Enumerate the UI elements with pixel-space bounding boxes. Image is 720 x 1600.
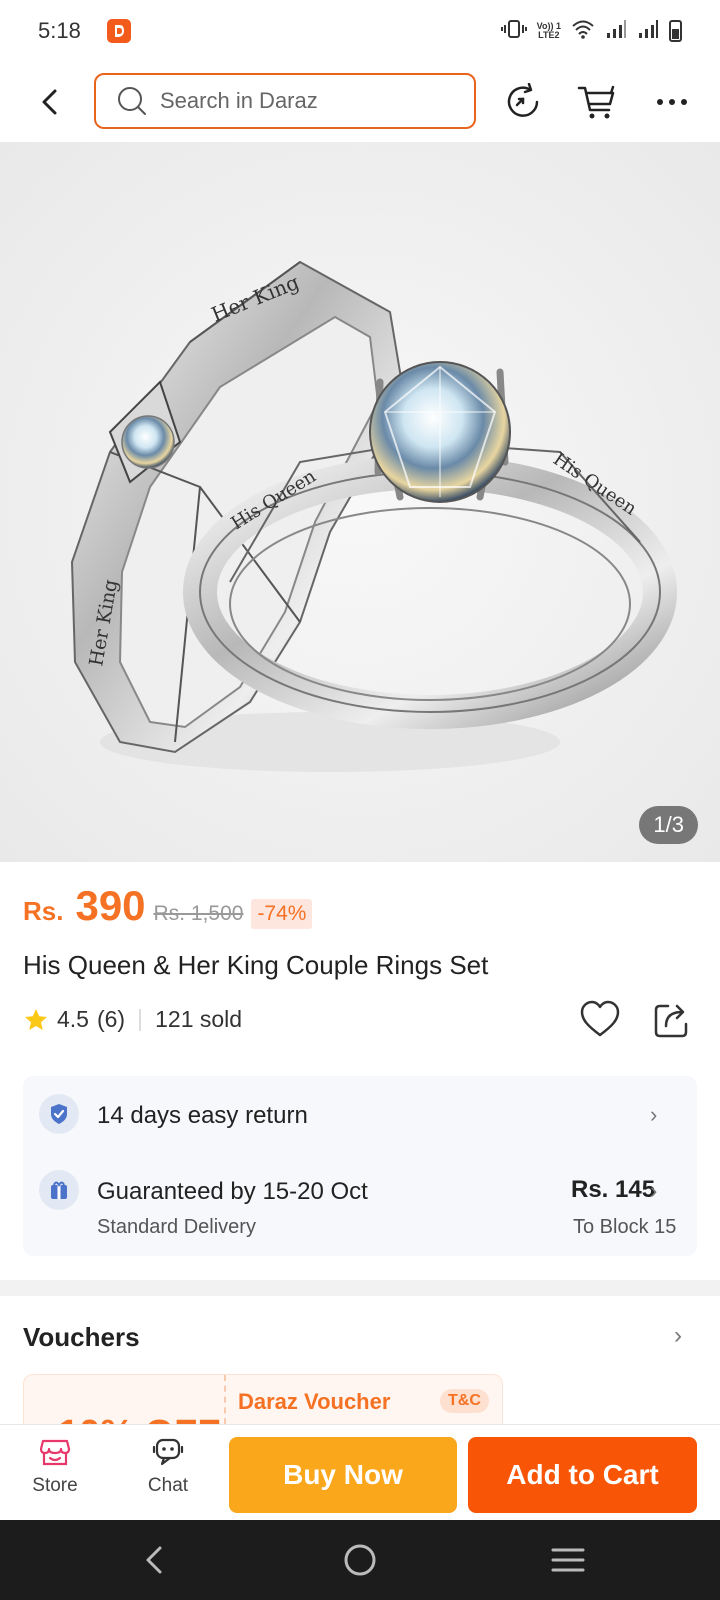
back-button[interactable] xyxy=(20,72,80,132)
voucher-name: Daraz Voucher xyxy=(238,1389,391,1414)
sold-count: 121 sold xyxy=(155,1006,243,1032)
delivery-fee: Rs. 145 xyxy=(571,1176,656,1203)
image-counter: 1/3 xyxy=(639,806,698,844)
buy-now-button[interactable]: Buy Now xyxy=(229,1437,457,1513)
tc-badge[interactable]: T&C xyxy=(440,1389,489,1413)
divider xyxy=(139,1008,142,1031)
back-icon xyxy=(42,89,57,115)
chat-icon xyxy=(151,1435,185,1469)
signal-icon xyxy=(605,19,627,44)
add-to-cart-button[interactable]: Add to Cart xyxy=(468,1437,697,1513)
rating-count: (6) xyxy=(96,1006,126,1032)
star-icon xyxy=(25,1008,47,1030)
search-icon xyxy=(118,87,146,115)
wishlist-button[interactable] xyxy=(578,998,622,1042)
battery-icon xyxy=(669,20,682,42)
heart-icon xyxy=(580,1000,620,1037)
nav-home-icon[interactable] xyxy=(336,1536,384,1584)
system-nav-bar xyxy=(0,1520,720,1600)
vibrate-icon xyxy=(500,19,527,44)
discount-badge: -74% xyxy=(251,899,313,929)
store-icon xyxy=(38,1435,72,1469)
search-placeholder: Search in Daraz xyxy=(160,88,318,113)
bottom-action-bar: Store Chat Buy Now Add to Cart xyxy=(0,1424,720,1520)
header: Search in Daraz xyxy=(0,62,720,142)
price-currency: Rs. xyxy=(23,896,64,926)
product-photo: Her King Her King His Queen His Queen xyxy=(0,142,720,862)
history-icon xyxy=(507,83,539,117)
search-input[interactable]: Search in Daraz xyxy=(94,73,476,129)
box-icon xyxy=(39,1170,79,1210)
chevron-right-icon[interactable]: › xyxy=(650,1178,657,1204)
daraz-app-icon xyxy=(106,19,131,43)
original-price: Rs. 1,500 xyxy=(153,902,244,925)
product-title: His Queen & Her King Couple Rings Set xyxy=(23,950,489,980)
product-image-gallery[interactable]: Her King Her King His Queen His Queen 1/… xyxy=(0,142,720,862)
chat-label: Chat xyxy=(147,1475,189,1496)
return-policy-text[interactable]: 14 days easy return xyxy=(97,1102,308,1130)
nav-menu-icon[interactable] xyxy=(544,1536,592,1584)
lte-indicator: Vo)) 1 LTE2 xyxy=(536,21,561,40)
nav-back-icon[interactable] xyxy=(130,1536,178,1584)
chat-button[interactable]: Chat xyxy=(128,1435,208,1497)
signal-icon xyxy=(637,19,659,44)
rating-value: 4.5 xyxy=(57,1006,89,1032)
chevron-right-icon[interactable]: › xyxy=(650,1102,657,1128)
status-time: 5:18 xyxy=(38,18,81,43)
more-button[interactable] xyxy=(646,76,698,128)
share-icon xyxy=(654,1004,688,1038)
shield-check-icon xyxy=(39,1094,79,1134)
section-divider xyxy=(0,1280,720,1296)
price-row: Rs. 390 Rs. 1,500 -74% xyxy=(23,882,313,930)
price-value: 390 xyxy=(75,882,146,929)
share-button[interactable] xyxy=(650,998,694,1042)
chevron-right-icon[interactable]: › xyxy=(674,1322,682,1350)
delivery-destination: To Block 15 xyxy=(573,1216,677,1238)
history-button[interactable] xyxy=(497,76,549,128)
store-label: Store xyxy=(32,1475,78,1496)
vouchers-title[interactable]: Vouchers xyxy=(23,1322,140,1353)
status-icons: Vo)) 1 LTE2 xyxy=(500,19,682,44)
status-bar: 5:18 Vo)) 1 LTE2 xyxy=(0,0,720,62)
wifi-icon xyxy=(571,19,595,44)
cart-button[interactable] xyxy=(571,76,623,128)
cart-icon xyxy=(577,85,615,119)
guarantee-text[interactable]: Guaranteed by 15-20 Oct xyxy=(97,1178,368,1206)
rating-row[interactable]: 4.5 (6) 121 sold xyxy=(23,1006,242,1033)
store-button[interactable]: Store xyxy=(15,1435,95,1497)
delivery-type: Standard Delivery xyxy=(97,1216,256,1238)
delivery-card: 14 days easy return › Guaranteed by 15-2… xyxy=(23,1076,697,1256)
more-icon xyxy=(657,99,687,105)
